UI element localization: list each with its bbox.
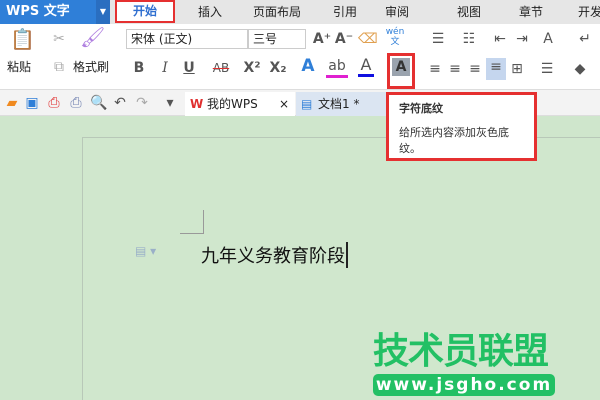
tab-developer[interactable]: 开发 <box>570 0 600 24</box>
print-icon[interactable]: ⎙ <box>68 94 84 112</box>
paste-button[interactable]: 粘贴 <box>7 58 31 75</box>
paragraph-menu-icon[interactable]: ▤ ▾ <box>135 244 156 258</box>
superscript-button[interactable]: X² <box>242 59 262 77</box>
strikethrough-button[interactable]: AB <box>208 59 234 77</box>
tab-page-layout[interactable]: 页面布局 <box>245 0 309 24</box>
document-text[interactable]: 九年义务教育阶段 <box>201 242 348 268</box>
char-shading-button[interactable]: A <box>392 58 410 76</box>
justify-icon[interactable]: ≡ <box>486 58 506 80</box>
phonetic-guide-button[interactable]: wén文 <box>382 27 408 47</box>
font-color-button[interactable]: A <box>358 56 374 77</box>
tooltip: 字符底纹 给所选内容添加灰色底纹。 <box>386 92 537 161</box>
numbered-list-icon[interactable]: ☷ <box>455 30 483 48</box>
clear-format-icon[interactable]: ⌫ <box>358 30 378 48</box>
redo-icon[interactable]: ↷ <box>134 94 150 112</box>
text-effect-button[interactable]: A <box>298 57 318 75</box>
tab-references[interactable]: 引用 <box>325 0 365 24</box>
format-painter-button[interactable]: 格式刷 <box>73 58 109 75</box>
line-spacing-icon[interactable]: ☰ <box>535 60 559 78</box>
tooltip-body: 给所选内容添加灰色底纹。 <box>399 126 509 155</box>
highlight-button[interactable]: ab <box>326 57 348 78</box>
tab-view[interactable]: 视图 <box>449 0 489 24</box>
bold-button[interactable]: B <box>130 59 148 77</box>
ribbon: 📋 粘贴 ✂ ⧉ 🖌 格式刷 宋体 (正文) 三号 A⁺ A⁻ ⌫ wén文 B… <box>0 24 600 90</box>
clipboard-icon[interactable]: 📋 <box>10 29 35 54</box>
shading-fill-icon[interactable]: ◆ <box>568 60 592 78</box>
scissors-icon[interactable]: ✂ <box>50 30 68 48</box>
underline-button[interactable]: U <box>180 59 198 77</box>
customize-toolbar-icon[interactable]: ▾ <box>162 94 178 112</box>
doc-tab-label: 我的WPS <box>207 97 258 111</box>
align-right-icon[interactable]: ≡ <box>466 60 484 78</box>
tab-insert[interactable]: 插入 <box>190 0 230 24</box>
doc-tab-document1[interactable]: ▤ 文档1 * <box>296 92 386 116</box>
app-title: WPS 文字 <box>6 4 70 19</box>
close-icon[interactable]: × <box>279 92 289 116</box>
export-pdf-icon[interactable]: ⎙ <box>46 94 62 112</box>
tooltip-title: 字符底纹 <box>399 102 443 115</box>
tab-home[interactable]: 开始 <box>115 0 175 23</box>
wps-logo-icon: W <box>190 97 204 111</box>
italic-button[interactable]: I <box>156 59 174 77</box>
grow-font-button[interactable]: A⁺ <box>312 30 332 48</box>
app-menu-button[interactable]: WPS 文字 ▼ <box>0 0 110 24</box>
align-center-icon[interactable]: ≡ <box>446 60 464 78</box>
line-break-icon[interactable]: ↵ <box>572 30 598 48</box>
print-preview-icon[interactable]: 🔍 <box>90 94 107 112</box>
format-painter-icon[interactable]: 🖌 <box>80 27 105 52</box>
bullet-list-icon[interactable]: ☰ <box>424 30 452 48</box>
margin-corner-mark <box>180 210 204 234</box>
open-icon[interactable]: ▰ <box>4 94 20 112</box>
align-left-icon[interactable]: ≡ <box>426 60 444 78</box>
distribute-icon[interactable]: ⊞ <box>507 60 527 78</box>
decrease-indent-icon[interactable]: ⇤ <box>490 30 510 48</box>
copy-icon[interactable]: ⧉ <box>50 58 68 76</box>
font-size-select[interactable]: 三号 <box>248 29 306 49</box>
font-name-select[interactable]: 宋体 (正文) <box>126 29 248 49</box>
increase-indent-icon[interactable]: ⇥ <box>512 30 532 48</box>
watermark-url: www.jsgho.com <box>373 374 555 396</box>
text-direction-icon[interactable]: A <box>535 30 561 48</box>
doc-tab-label: 文档1 * <box>318 97 360 111</box>
chevron-down-icon[interactable]: ▼ <box>96 0 110 24</box>
document-icon: ▤ <box>301 97 313 111</box>
tab-section[interactable]: 章节 <box>511 0 551 24</box>
shrink-font-button[interactable]: A⁻ <box>334 30 354 48</box>
undo-icon[interactable]: ↶ <box>112 94 128 112</box>
watermark-logo: 技术员联盟 www.jsgho.com <box>373 333 555 396</box>
subscript-button[interactable]: X₂ <box>268 59 288 77</box>
doc-tab-my-wps[interactable]: W 我的WPS × <box>185 92 295 116</box>
tab-review[interactable]: 审阅 <box>377 0 417 24</box>
watermark-text: 技术员联盟 <box>373 331 549 372</box>
save-icon[interactable]: ▣ <box>24 94 40 112</box>
